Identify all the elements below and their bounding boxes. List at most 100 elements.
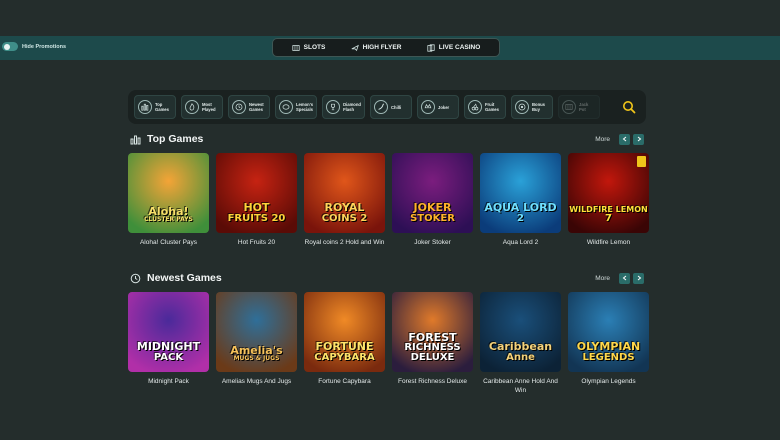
category-label: Most Played — [202, 102, 216, 112]
newest-games-next-button[interactable] — [633, 272, 644, 284]
bar-chart-icon — [130, 135, 141, 144]
game-card[interactable]: Amelia's MUGS & JUGS Amelias Mugs And Jugs — [216, 292, 297, 395]
category-jack-pot[interactable]: Jack Pot — [557, 95, 600, 119]
game-card[interactable]: HOT FRUITS 20 Hot Fruits 20 — [216, 153, 297, 247]
category-most-played[interactable]: Most Played — [181, 95, 223, 119]
flame-icon — [185, 100, 199, 114]
category-chilli[interactable]: Chilli — [369, 95, 412, 119]
category-label: Lemon's Specials — [296, 102, 314, 112]
game-thumbnail[interactable]: Aloha! CLUSTER PAYS — [128, 153, 209, 233]
game-logo-line: Anne — [506, 351, 535, 363]
category-newest-games[interactable]: Newest Games — [228, 95, 270, 119]
top-games-prev-button[interactable] — [619, 133, 630, 145]
game-card[interactable]: FORTUNE CAPYBARA Fortune Capybara — [304, 292, 385, 395]
category-fruit-games[interactable]: Fruit Games — [463, 95, 506, 119]
game-logo-line: JOKER — [413, 201, 452, 215]
game-name: Hot Fruits 20 — [237, 239, 276, 246]
game-thumbnail[interactable]: JOKER STOKER — [392, 153, 473, 233]
arrow-left-icon — [622, 275, 626, 281]
game-thumbnail[interactable]: HOT FRUITS 20 — [216, 153, 297, 233]
bookmark-icon — [637, 156, 646, 167]
promo-bar: Hide Promotions SLOTS HIGH FLYER LIVE CA… — [0, 36, 780, 60]
game-thumbnail[interactable]: MIDNIGHT PACK — [128, 292, 209, 372]
game-logo: Aloha! CLUSTER PAYS — [128, 153, 209, 233]
game-card[interactable]: MIDNIGHT PACK Midnight Pack — [128, 292, 209, 395]
game-thumbnail[interactable]: ROYAL COINS 2 — [304, 153, 385, 233]
game-logo-line: CAPYBARA — [314, 351, 375, 363]
game-card[interactable]: FOREST RICHNESS DELUXE Forest Richness Delu… — [392, 292, 473, 395]
category-label: Fruit Games — [484, 102, 499, 112]
game-name: Amelias Mugs And Jugs — [221, 378, 292, 385]
top-games-title: Top Games — [147, 133, 204, 145]
game-card[interactable]: ROYAL COINS 2 Royal coins 2 Hold and Win — [304, 153, 385, 247]
newest-games-prev-button[interactable] — [619, 272, 630, 284]
game-card[interactable]: Caribbean Anne Caribbean Anne Hold And Win — [480, 292, 561, 395]
game-name: Fortune Capybara — [318, 378, 371, 385]
game-logo-line: HOT — [243, 201, 270, 215]
mode-slots[interactable]: SLOTS — [292, 44, 326, 52]
game-thumbnail[interactable]: FORTUNE CAPYBARA — [304, 292, 385, 372]
trophy-icon — [326, 100, 341, 114]
game-logo-line: FRUITS 20 — [227, 212, 286, 224]
clock-icon — [232, 100, 246, 114]
game-logo: HOT FRUITS 20 — [216, 153, 297, 233]
game-logo: ROYAL COINS 2 — [304, 153, 385, 233]
bar-chart-icon — [138, 100, 152, 114]
arrow-left-icon — [622, 136, 626, 142]
game-logo: MIDNIGHT PACK — [128, 292, 209, 372]
game-logo-line: STOKER — [410, 212, 455, 224]
game-logo-line: LEGENDS — [582, 351, 635, 363]
category-label: Newest Games — [249, 102, 264, 112]
category-label: Top Games — [155, 102, 169, 112]
category-diamond-flash[interactable]: Diamond Flash — [322, 95, 365, 119]
game-card[interactable]: OLYMPIAN LEGENDS Olympian Legends — [568, 292, 649, 395]
slots-icon — [561, 100, 576, 114]
game-name: Caribbean Anne Hold And Win — [483, 378, 558, 394]
mode-slots-label: SLOTS — [303, 44, 326, 51]
newest-games-more-link[interactable]: More — [595, 275, 610, 282]
game-logo: OLYMPIAN LEGENDS — [568, 292, 649, 372]
mode-live-casino[interactable]: LIVE CASINO — [427, 43, 480, 52]
game-thumbnail[interactable]: Amelia's MUGS & JUGS — [216, 292, 297, 372]
game-name: Joker Stoker — [414, 239, 451, 246]
category-lemon-s-specials[interactable]: Lemon's Specials — [275, 95, 318, 119]
game-card[interactable]: WILDFIRE LEMON 7 Wildfire Lemon — [568, 153, 649, 247]
game-logo-line: CLUSTER PAYS — [144, 216, 193, 224]
category-label: Diamond Flash — [343, 102, 361, 112]
search-button[interactable] — [620, 98, 638, 116]
hide-promotions-label: Hide Promotions — [22, 43, 67, 50]
hide-promotions[interactable]: Hide Promotions — [2, 42, 66, 51]
arrow-right-icon — [637, 275, 641, 281]
game-card[interactable]: JOKER STOKER Joker Stoker — [392, 153, 473, 247]
game-thumbnail[interactable]: FOREST RICHNESS DELUXE — [392, 292, 473, 372]
top-games-more-link[interactable]: More — [595, 136, 610, 143]
slots-icon — [292, 44, 300, 51]
game-name: Royal coins 2 Hold and Win — [304, 239, 385, 246]
game-thumbnail[interactable]: Caribbean Anne — [480, 292, 561, 372]
mode-switcher: SLOTS HIGH FLYER LIVE CASINO — [272, 38, 500, 57]
game-thumbnail[interactable]: OLYMPIAN LEGENDS — [568, 292, 649, 372]
game-logo: AQUA LORD 2 — [480, 153, 561, 233]
game-logo: FORTUNE CAPYBARA — [304, 292, 385, 372]
arrow-right-icon — [637, 136, 641, 142]
game-thumbnail[interactable]: AQUA LORD 2 — [480, 153, 561, 233]
game-logo-line: 2 — [517, 212, 524, 224]
top-games-row: Aloha! CLUSTER PAYS Aloha! Cluster Pays HOT… — [128, 153, 649, 247]
category-bonus-buy[interactable]: Bonus Buy — [510, 95, 553, 119]
game-logo-line: COINS 2 — [321, 212, 368, 224]
mode-high-flyer[interactable]: HIGH FLYER — [351, 44, 401, 52]
category-joker[interactable]: Joker — [416, 95, 459, 119]
category-strip: Top Games Most Played Newest Games Lemon's … — [128, 90, 646, 124]
newest-games-title: Newest Games — [147, 272, 222, 284]
top-games-next-button[interactable] — [633, 133, 644, 145]
game-thumbnail[interactable]: WILDFIRE LEMON 7 — [568, 153, 649, 233]
game-logo-line: FORTUNE — [315, 340, 374, 354]
game-card[interactable]: AQUA LORD 2 Aqua Lord 2 — [480, 153, 561, 247]
hide-promotions-toggle[interactable] — [2, 42, 18, 51]
game-card[interactable]: Aloha! CLUSTER PAYS Aloha! Cluster Pays — [128, 153, 209, 247]
game-logo-line: OLYMPIAN — [576, 340, 641, 354]
game-logo-line: 7 — [605, 212, 612, 224]
category-top-games[interactable]: Top Games — [134, 95, 176, 119]
game-name: Wildfire Lemon — [586, 239, 631, 246]
game-logo: JOKER STOKER — [392, 153, 473, 233]
